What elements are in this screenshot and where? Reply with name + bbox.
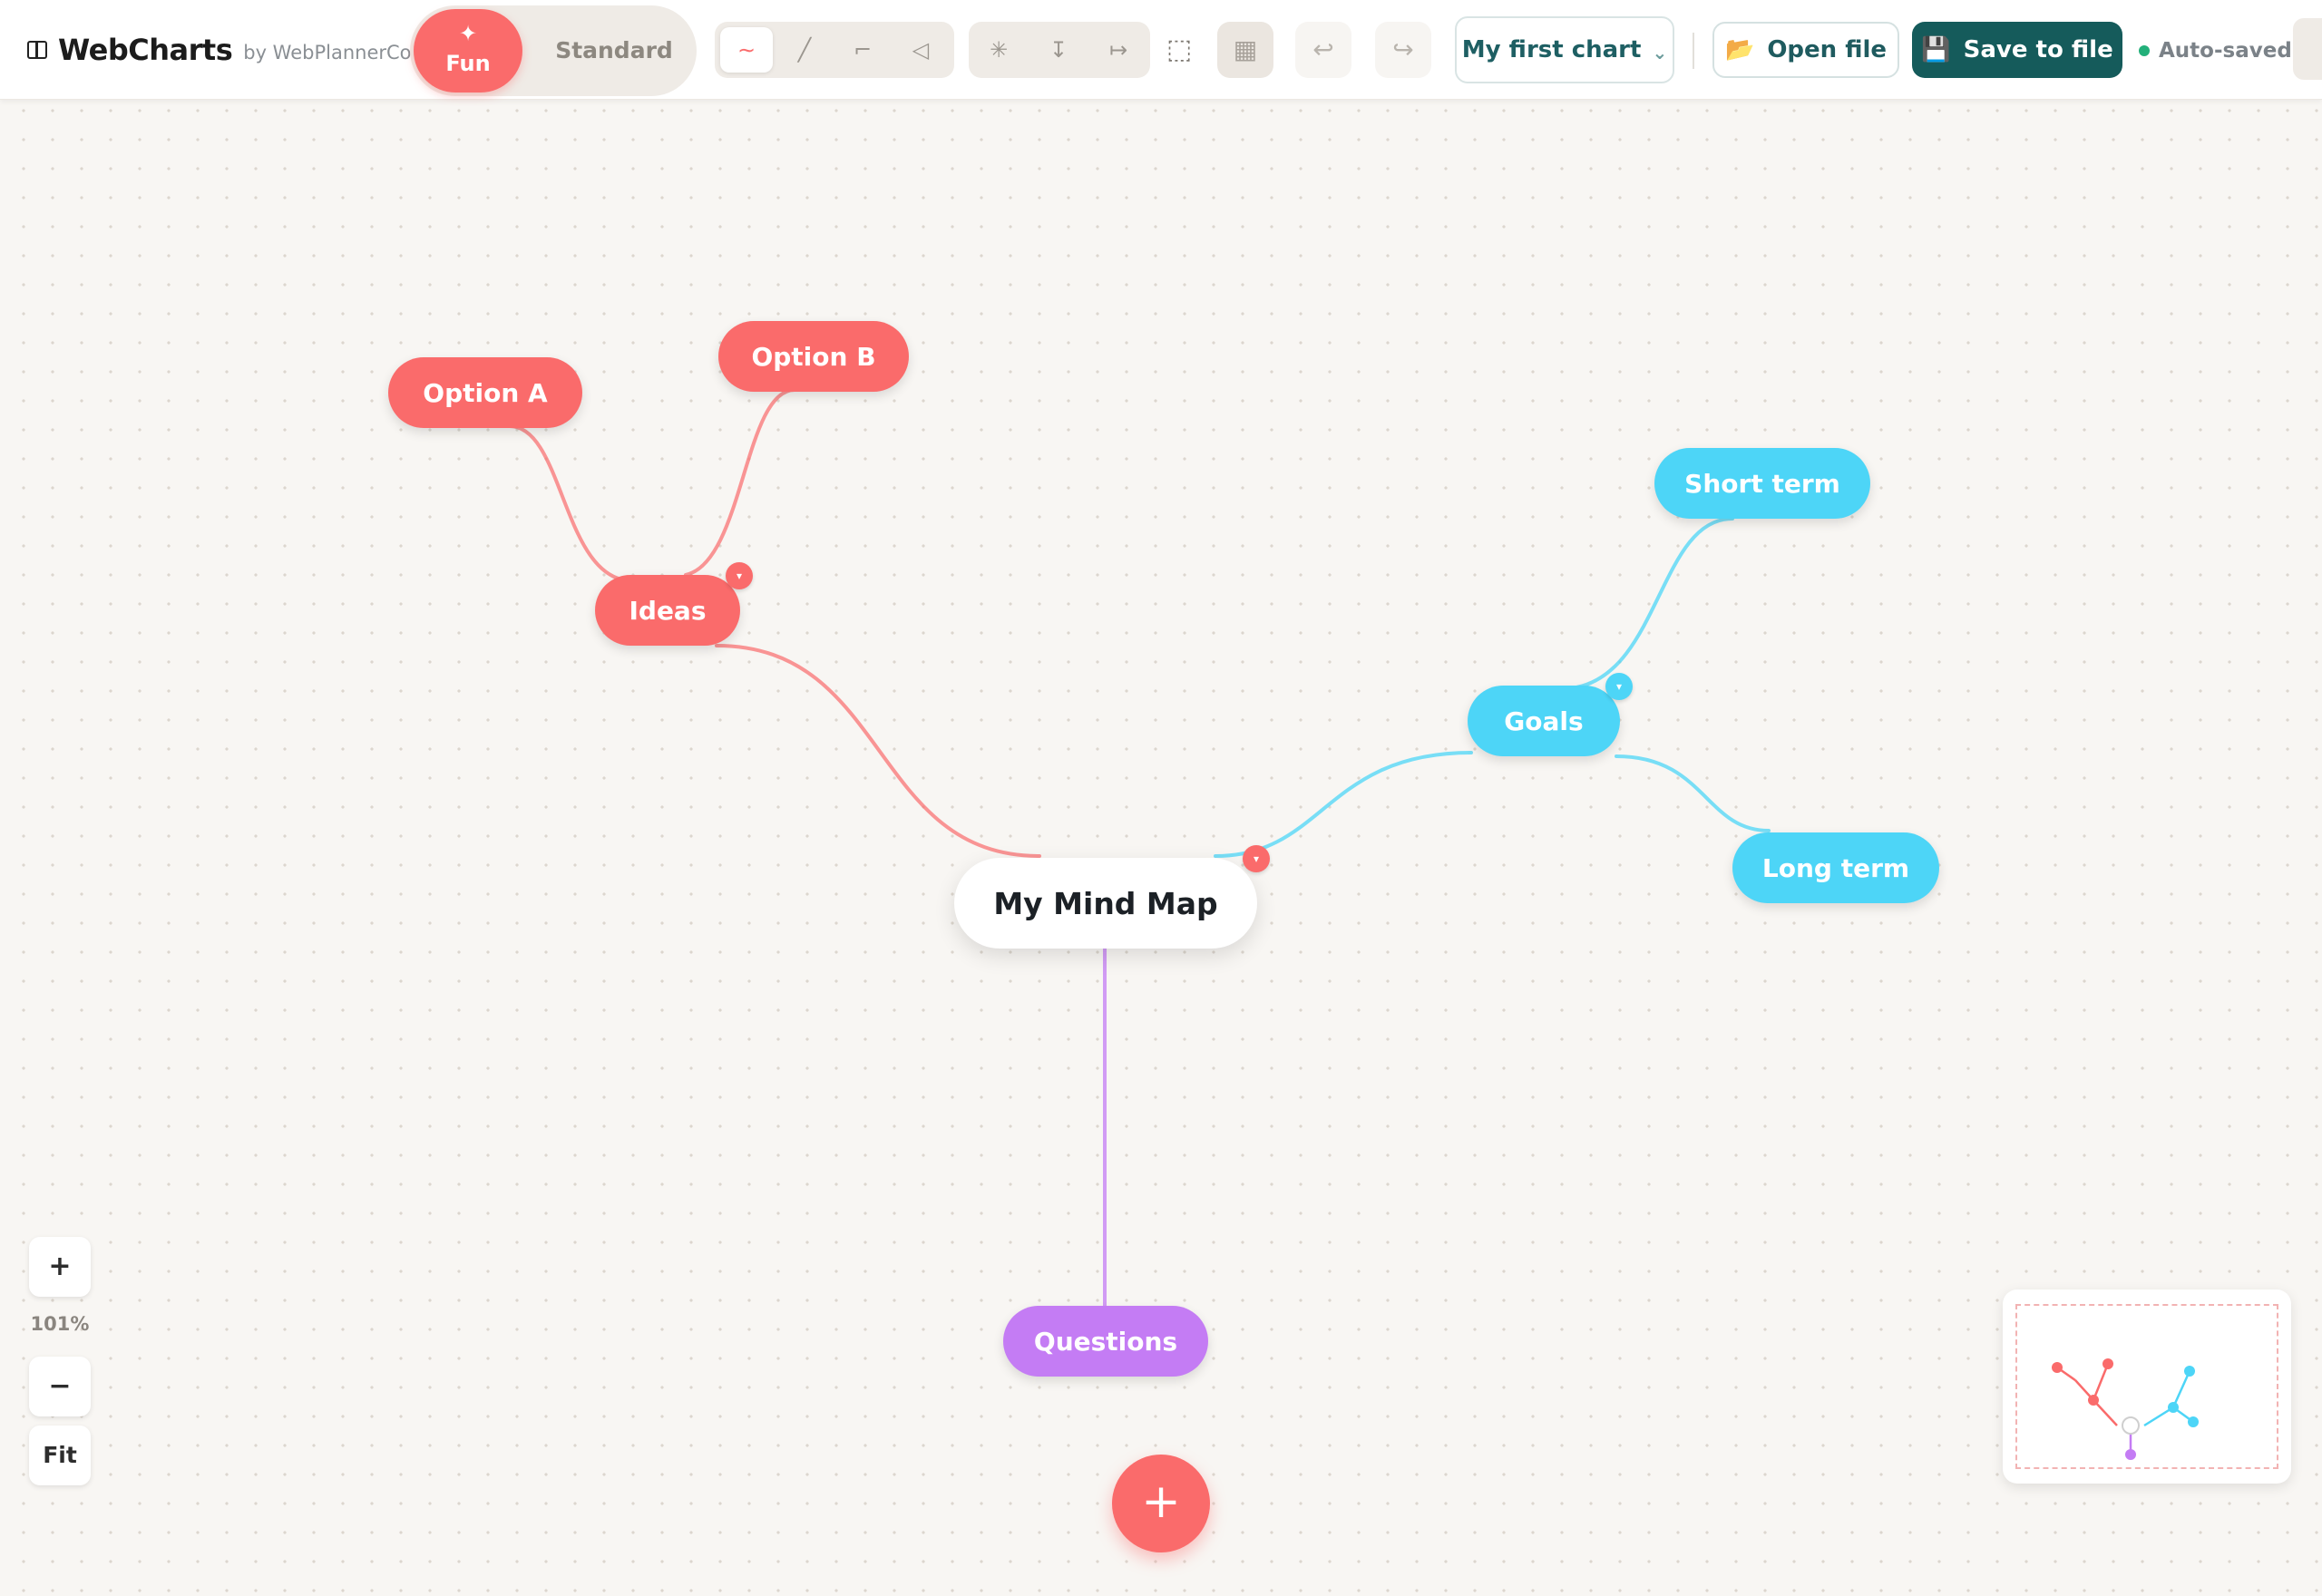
collapse-root-icon[interactable]: ▾ [1243,845,1270,872]
minimap[interactable] [2003,1289,2291,1484]
edge-root-goals [1214,751,1473,858]
add-node-button[interactable]: + [1112,1455,1210,1552]
node-option-b[interactable]: Option B [718,321,909,392]
node-short-term[interactable]: Short term [1654,448,1870,519]
edge-goals-long-term [1615,754,1771,832]
zoom-level: 101% [30,1313,90,1335]
zoom-fit-button[interactable]: Fit [29,1426,91,1485]
edge-ideas-option-a [508,424,628,582]
root-node[interactable]: My Mind Map [954,858,1257,949]
collapse-ideas-icon[interactable]: ▾ [726,562,753,589]
zoom-out-button[interactable]: − [29,1357,91,1416]
node-ideas[interactable]: Ideas [595,575,740,646]
node-goals[interactable]: Goals [1468,686,1620,756]
node-long-term[interactable]: Long term [1732,832,1939,903]
minimap-edge-goals [2143,1370,2194,1427]
zoom-in-button[interactable]: + [29,1237,91,1297]
collapse-goals-icon[interactable]: ▾ [1605,673,1633,700]
edge-ideas-option-b [684,388,796,577]
edge-root-ideas [715,644,1041,858]
node-option-a[interactable]: Option A [388,357,582,428]
node-questions[interactable]: Questions [1003,1306,1208,1377]
edge-goals-short-term [1575,517,1734,689]
minimap-edge-ideas [2056,1363,2118,1426]
minimap-preview [2052,1358,2199,1460]
